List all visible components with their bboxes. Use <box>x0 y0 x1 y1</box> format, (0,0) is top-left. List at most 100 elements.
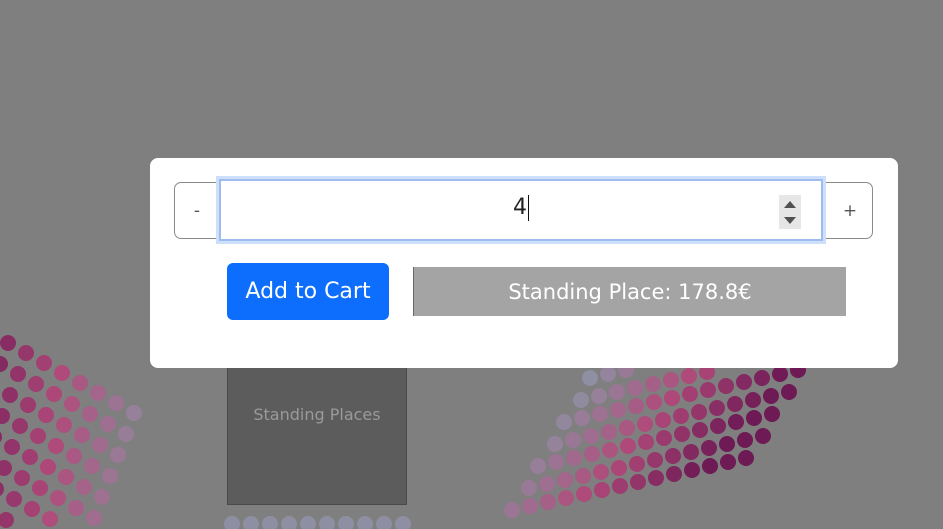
section-label: Standing Places <box>253 404 381 424</box>
seat-dot <box>22 449 38 465</box>
seat-dot <box>628 398 644 414</box>
spin-down-icon[interactable] <box>784 217 796 224</box>
seat-dot <box>573 392 589 408</box>
seat-dot <box>630 474 646 490</box>
seat-dot <box>281 516 297 529</box>
seat-dot <box>673 408 689 424</box>
seat-dot <box>94 489 110 505</box>
seat-dot <box>530 458 546 474</box>
seat-dot <box>645 376 661 392</box>
seat-dot <box>612 478 628 494</box>
seat-dot <box>674 426 690 442</box>
seat-dot <box>40 459 56 475</box>
seat-dot <box>76 479 92 495</box>
seat-dot <box>683 444 699 460</box>
seat-dot <box>0 408 10 424</box>
seat-dot <box>583 428 599 444</box>
seat-dot <box>594 482 610 498</box>
seat-dot <box>66 448 82 464</box>
seat-dot <box>10 366 26 382</box>
seat-dot <box>593 464 609 480</box>
add-to-cart-button[interactable]: Add to Cart <box>227 263 389 320</box>
seat-dot <box>601 424 617 440</box>
seat-dot <box>764 406 780 422</box>
seat-dot <box>629 456 645 472</box>
increment-button[interactable]: + <box>828 183 872 238</box>
seat-dot <box>64 396 80 412</box>
seat-dot <box>548 454 564 470</box>
seat-dot <box>684 462 700 478</box>
seat-dot <box>224 516 240 529</box>
quantity-value-wrap: 4 <box>221 195 821 221</box>
quantity-stepper: - 4 + <box>174 179 873 241</box>
seat-dot <box>620 438 636 454</box>
seat-dot <box>262 516 278 529</box>
spin-up-icon[interactable] <box>784 201 796 208</box>
seat-dot <box>118 426 134 442</box>
seat-dot <box>6 491 22 507</box>
seat-dot <box>539 476 555 492</box>
seat-dot <box>74 427 90 443</box>
decrement-button[interactable]: - <box>175 183 219 238</box>
seat-dot <box>90 385 106 401</box>
seat-dot <box>763 388 779 404</box>
seat-dot <box>28 376 44 392</box>
number-spinner[interactable] <box>779 195 801 229</box>
quantity-input[interactable]: 4 <box>219 179 823 241</box>
seat-dot <box>108 395 124 411</box>
seat-dot <box>718 378 734 394</box>
seat-dot <box>521 480 537 496</box>
seat-dot <box>36 355 52 371</box>
seat-dot <box>110 447 126 463</box>
seat-dot <box>102 468 118 484</box>
seat-dot <box>692 422 708 438</box>
seat-dot <box>702 458 718 474</box>
seat-dot <box>627 380 643 396</box>
seat-dot <box>592 406 608 422</box>
quantity-value: 4 <box>513 195 527 220</box>
seat-dot <box>56 417 72 433</box>
seat-dot <box>682 386 698 402</box>
standing-places-section[interactable]: Standing Places <box>227 365 407 505</box>
seat-dot <box>600 366 616 382</box>
seat-dot <box>14 470 30 486</box>
seat-dot <box>4 439 20 455</box>
seat-dot <box>591 388 607 404</box>
seat-dot <box>701 440 717 456</box>
seat-dot <box>82 406 98 422</box>
seat-dot <box>0 335 16 351</box>
seat-dot <box>602 442 618 458</box>
seat-dot <box>395 516 411 529</box>
seat-dot <box>68 500 84 516</box>
seat-dot <box>737 432 753 448</box>
seat-dot <box>48 438 64 454</box>
seat-dot <box>566 450 582 466</box>
seat-dot <box>0 482 4 496</box>
seat-dot <box>2 387 18 403</box>
seat-dot <box>574 410 590 426</box>
seat-dot <box>755 428 771 444</box>
seat-dot <box>12 418 28 434</box>
quantity-modal: - 4 + Add to Cart Standing Place: 178.8€ <box>150 158 898 368</box>
seat-dot <box>18 345 34 361</box>
seat-dot <box>691 404 707 420</box>
seat-dot <box>558 490 574 506</box>
seat-dot <box>86 510 102 526</box>
seat-dot <box>522 498 538 514</box>
seat-dot <box>584 446 600 462</box>
seat-dot <box>556 414 572 430</box>
seat-dot <box>30 428 46 444</box>
seat-dot <box>376 516 392 529</box>
seat-dot <box>746 410 762 426</box>
seat-dot <box>663 372 679 388</box>
seat-dot <box>84 458 100 474</box>
text-caret <box>528 195 529 221</box>
seat-dot <box>0 460 12 476</box>
seat-dot <box>547 436 563 452</box>
seat-dot <box>576 486 592 502</box>
seat-dot <box>582 370 598 386</box>
seat-dot <box>709 400 725 416</box>
seat-dot <box>664 390 680 406</box>
seat-dot <box>665 448 681 464</box>
seat-dot <box>50 490 66 506</box>
